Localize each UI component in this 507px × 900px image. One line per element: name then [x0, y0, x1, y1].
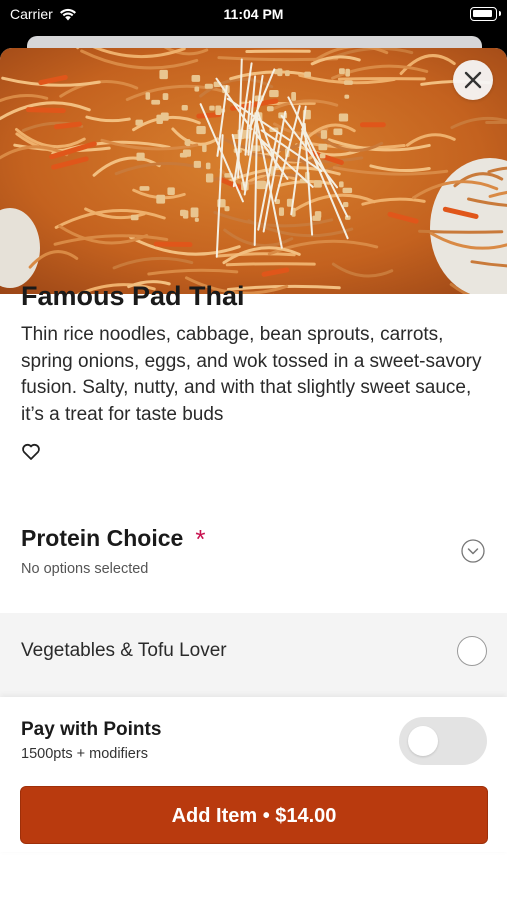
- favorite-button[interactable]: [21, 442, 41, 462]
- option-radio[interactable]: [457, 636, 487, 666]
- battery-icon: [470, 7, 501, 21]
- pay-with-points-subtitle: 1500pts + modifiers: [21, 746, 148, 762]
- item-detail-sheet: Famous Pad Thai Thin rice noodles, cabba…: [0, 48, 507, 900]
- close-icon: [464, 71, 482, 89]
- checkout-footer: Pay with Points 1500pts + modifiers Add …: [0, 697, 507, 852]
- heart-outline-icon: [22, 443, 40, 460]
- chevron-down-circle-icon[interactable]: [461, 539, 485, 563]
- clock: 11:04 PM: [223, 6, 284, 22]
- add-item-button[interactable]: Add Item • $14.00: [20, 786, 488, 844]
- pad-thai-photo: [0, 48, 507, 294]
- item-description: Thin rice noodles, cabbage, bean sprouts…: [21, 324, 482, 425]
- option-label: Vegetables & Tofu Lover: [21, 640, 227, 661]
- pay-with-points-toggle[interactable]: [399, 717, 487, 765]
- item-title: Famous Pad Thai: [21, 281, 245, 311]
- protein-heading: Protein Choice *: [21, 525, 491, 552]
- status-bar: Carrier 11:04 PM: [0, 0, 507, 30]
- protein-subtitle: No options selected: [21, 561, 149, 577]
- option-vegetables-tofu[interactable]: Vegetables & Tofu Lover: [0, 613, 507, 697]
- item-info: Famous Pad Thai Thin rice noodles, cabba…: [21, 280, 491, 462]
- pay-with-points-title: Pay with Points: [21, 719, 162, 740]
- protein-title: Protein Choice: [21, 525, 184, 551]
- protein-choice-section[interactable]: Protein Choice * No options selected: [21, 525, 491, 577]
- close-button[interactable]: [453, 60, 493, 100]
- toggle-knob: [408, 726, 438, 756]
- required-asterisk: *: [195, 523, 206, 554]
